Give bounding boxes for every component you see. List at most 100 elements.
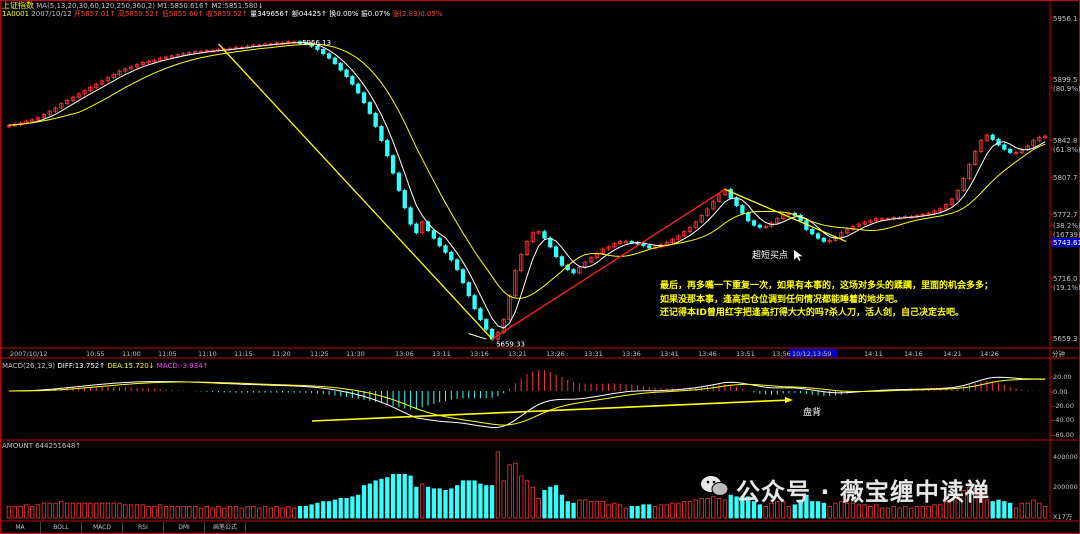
time-axis-label: 11:20: [272, 350, 291, 358]
candle-body: [321, 49, 326, 55]
tab-rsi[interactable]: RSI: [123, 522, 164, 534]
candle-body: [361, 92, 367, 103]
volume-bar: [117, 502, 122, 519]
amount-title: AMOUNT 644251648↑: [2, 442, 82, 450]
volume-bar: [134, 504, 140, 519]
tab-macd[interactable]: MACD: [82, 522, 123, 534]
volume-bar: [676, 502, 681, 519]
volume-bar: [315, 502, 320, 519]
volume-bar: [425, 486, 431, 519]
volume-bar: [687, 501, 693, 519]
volume-bar: [507, 464, 512, 519]
volume-bar: [652, 505, 658, 519]
candle-body: [460, 269, 466, 284]
volume-bar: [1002, 501, 1007, 519]
volume-bar: [466, 480, 471, 519]
volume-bar: [76, 502, 81, 519]
macd-axis-label: -20.00: [1053, 402, 1074, 410]
volume-bar: [885, 507, 891, 519]
volume-bar: [682, 501, 687, 519]
macd-dea: DEA:15.720↓: [107, 362, 155, 370]
time-axis-label: 10/12,13:59: [792, 350, 832, 358]
tab-boll[interactable]: BOLL: [41, 522, 82, 534]
volume-bar: [111, 502, 116, 519]
time-axis-label: 13:31: [584, 350, 603, 358]
volume-bar: [309, 504, 314, 519]
note-line: 如果没那本事，逢高把仓位调到任何情况都能睡着的地步吧。: [660, 294, 904, 305]
change-value: 涨(2.83)0.05%: [392, 10, 443, 18]
time-axis-label: 11:30: [346, 350, 365, 358]
time-axis-label: 14:11: [864, 350, 883, 358]
volume-bar: [1008, 502, 1013, 519]
price-axis-label: (80.9%): [1053, 85, 1080, 93]
commentary-text: 最后，再多嘴一下重复一次，如果有本事的，这场对多头的蹂躏，里面的机会多多； 如果…: [660, 280, 1040, 321]
volume-bar: [909, 507, 914, 519]
macd-axis-label: 20.00: [1053, 373, 1072, 381]
turnover-value: 换0.00%: [329, 10, 359, 18]
volume-bar: [297, 505, 303, 519]
price-axis-label: 5807.7: [1053, 174, 1078, 182]
candle-body: [350, 76, 355, 85]
candle-body: [559, 256, 565, 266]
volume-bar: [699, 497, 704, 519]
time-axis-label: 11:10: [198, 350, 217, 358]
volume-bar: [105, 502, 111, 519]
candle-body: [414, 223, 419, 234]
volume-bar: [286, 505, 291, 519]
volume-bar: [670, 502, 675, 519]
volume-bar: [257, 507, 262, 519]
amount-value: 额04425↑: [291, 10, 328, 18]
candle-body: [478, 308, 483, 320]
time-axis-label: 11:05: [158, 350, 177, 358]
candle-body: [751, 220, 757, 226]
volume-bar: [326, 501, 332, 519]
candle-body: [571, 269, 576, 274]
volume-bar: [612, 502, 617, 519]
volume-bar: [414, 486, 419, 519]
volume-bar: [233, 505, 239, 519]
time-axis-label: 2007/10/12: [10, 350, 47, 358]
macd-header: MACD(26,12,9) DIFF:13.752↑ DEA:15.720↓ M…: [2, 362, 209, 371]
candle-body: [385, 140, 390, 157]
candle-body: [437, 237, 442, 247]
volume-bar: [879, 507, 885, 519]
wechat-icon: [701, 476, 729, 496]
volume-bar: [542, 489, 547, 519]
volume-bar: [763, 505, 768, 519]
volume-bar: [711, 496, 716, 519]
candle-body: [408, 207, 413, 225]
candle-body: [454, 259, 460, 271]
candle-body: [373, 113, 378, 127]
volume-bar: [373, 480, 378, 519]
quote-date: 2007/10/12: [31, 10, 72, 18]
tab-formula[interactable]: 画笔公式: [205, 522, 246, 534]
candle-body: [443, 245, 448, 253]
price-chart[interactable]: 5956.1 5899.5(80.9%) 5842.8(61.8%) 5807.7 57…: [0, 0, 1080, 534]
volume-bar: [495, 451, 501, 519]
time-axis-label: 13:26: [546, 350, 565, 358]
time-axis-label: 14:21: [943, 350, 962, 358]
chart-window: 5956.1 5899.5 (80.9%) 5842.8 (61.8%) 5807.7 57…: [0, 0, 1080, 534]
candle-body: [466, 282, 471, 297]
volume-bar: [35, 504, 41, 519]
time-axis-label: 13:51: [736, 350, 755, 358]
volume-bar: [239, 507, 244, 519]
volume-bar: [146, 505, 151, 519]
tab-dmi[interactable]: DMI: [164, 522, 205, 534]
tab-ma[interactable]: MA: [0, 522, 41, 534]
volume-bar: [268, 507, 274, 519]
price-axis-label: 5772.7: [1053, 211, 1078, 219]
volume-bar: [129, 504, 134, 519]
candle-body: [338, 63, 343, 71]
divergence-arrow: [785, 397, 793, 403]
volume-bar: [548, 486, 553, 519]
volume-bar: [332, 499, 338, 519]
volume-bar: [82, 502, 87, 519]
volume-bar: [274, 505, 279, 519]
indicator-tabbar: MA BOLL MACD RSI DMI 画笔公式: [0, 522, 1080, 534]
time-axis-label: 13:56: [772, 350, 791, 358]
volume-bar: [198, 507, 204, 519]
candle-body: [431, 230, 437, 239]
volume-bar: [553, 485, 559, 519]
volume-bar: [437, 488, 442, 519]
